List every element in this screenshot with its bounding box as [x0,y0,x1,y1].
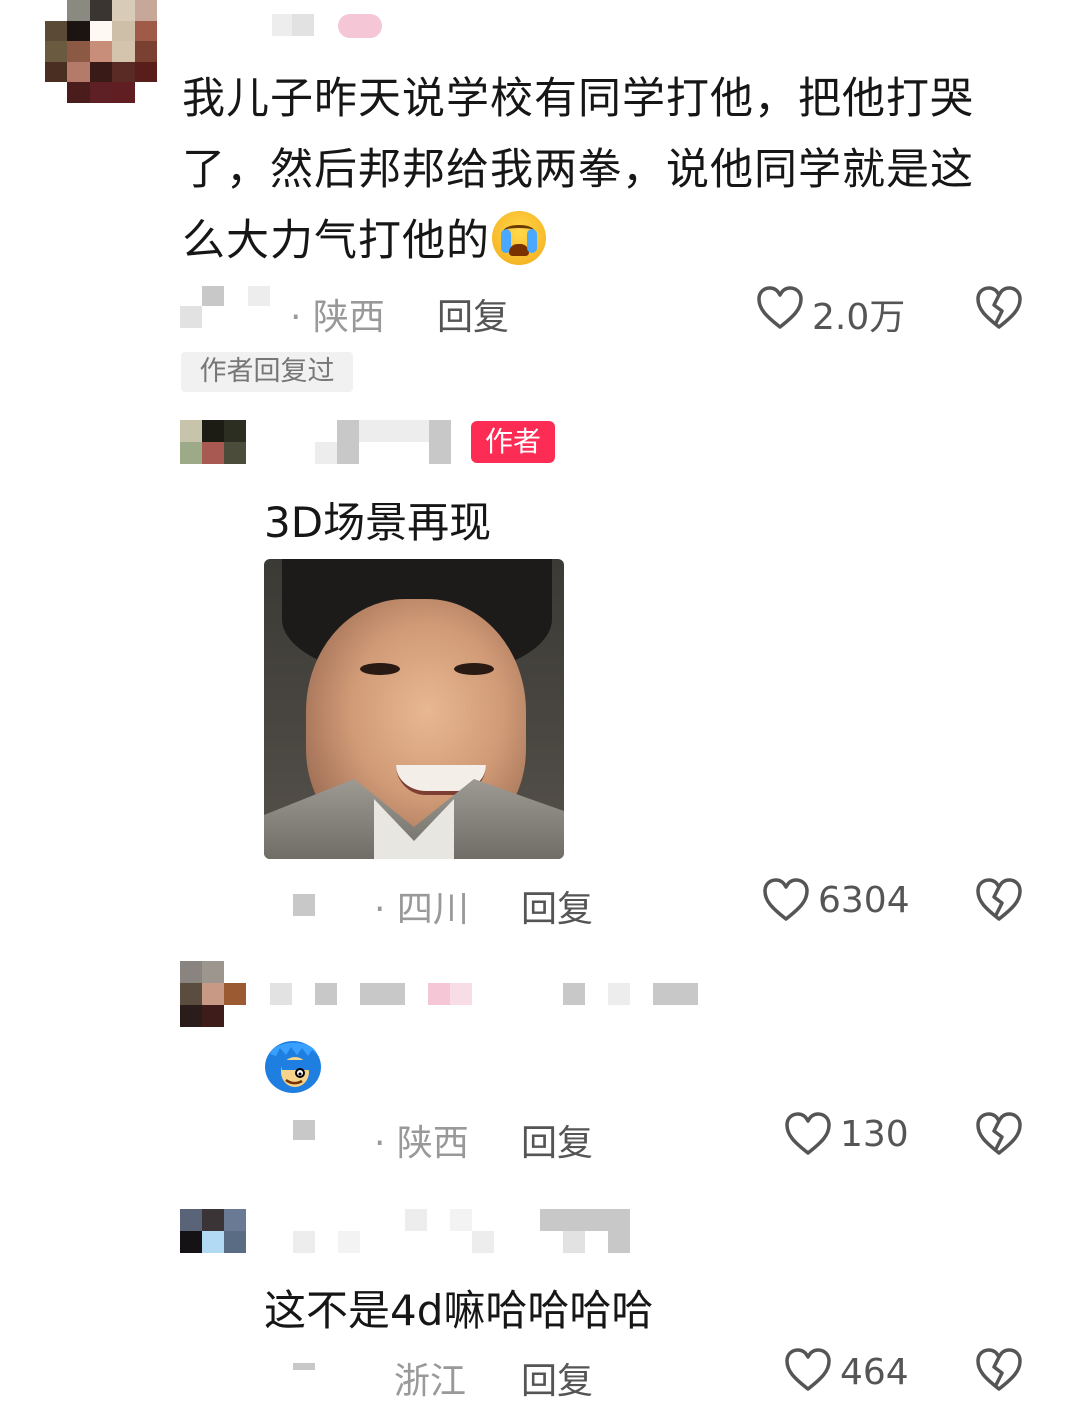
reply-image[interactable] [264,559,564,859]
location: · 陕西 [374,1123,469,1164]
reply-button[interactable]: 回复 [521,1352,593,1404]
heart-icon[interactable] [762,877,810,923]
heart-icon[interactable] [784,1347,832,1393]
dislike-icon[interactable] [975,1111,1023,1157]
heart-icon[interactable] [784,1111,832,1157]
author-avatar[interactable] [180,420,246,464]
replier-name-redacted [293,1120,315,1140]
dislike-icon[interactable] [975,877,1023,923]
like-count: 130 [840,1114,909,1155]
reply-button[interactable]: 回复 [521,1114,593,1166]
replier-name-redacted [293,894,315,916]
location: · 四川 [374,889,469,930]
heart-icon[interactable] [756,285,804,331]
avatar[interactable] [45,0,157,103]
crying-face-icon [492,211,546,265]
like-count: 464 [840,1352,909,1393]
replier-name-redacted [293,1363,315,1370]
avatar[interactable] [180,1209,246,1253]
reply-text: 3D场景再现 [264,498,492,547]
avatar[interactable] [180,961,246,1027]
author-replied-tag[interactable]: 作者回复过 [181,352,353,392]
blue-hair-sticker-icon [265,1041,321,1093]
reply-text: 这不是4d嘛哈哈哈哈 [264,1286,654,1335]
dislike-icon[interactable] [975,1347,1023,1393]
comment-text: 我儿子昨天说学校有同学打他，把他打哭了，然后邦邦给我两拳，说他同学就是这么大力气… [182,64,1012,277]
author-badge: 作者 [471,421,555,463]
like-count: 2.0万 [812,297,906,338]
location: · 陕西 [290,297,385,338]
dislike-icon[interactable] [975,285,1023,331]
reply-button[interactable]: 回复 [521,880,593,932]
reply-button[interactable]: 回复 [437,288,509,340]
comment-body: 我儿子昨天说学校有同学打他，把他打哭了，然后邦邦给我两拳，说他同学就是这么大力气… [182,74,974,266]
location: 浙江 [394,1361,467,1402]
like-count: 6304 [818,880,910,921]
